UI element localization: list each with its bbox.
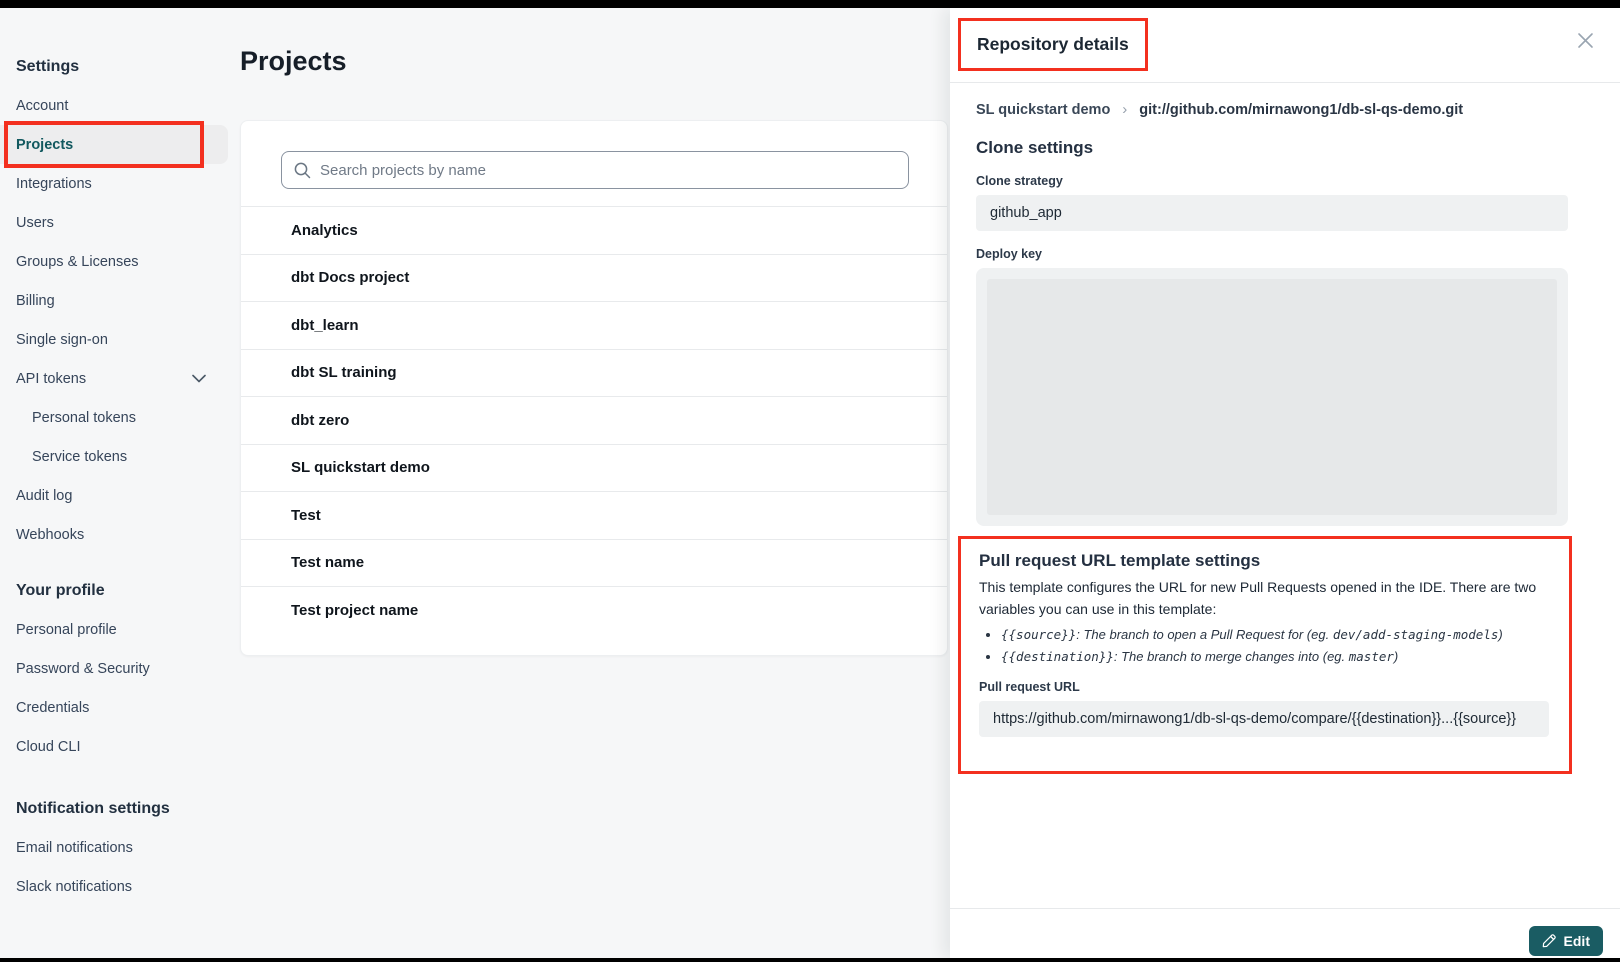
projects-card: Analytics dbt Docs project dbt_learn dbt… [240, 120, 948, 656]
breadcrumb: SL quickstart demo git://github.com/mirn… [976, 101, 1568, 118]
clone-settings-heading: Clone settings [976, 138, 1568, 158]
sidebar-item-account[interactable]: Account [0, 86, 228, 125]
edit-button[interactable]: Edit [1529, 926, 1603, 956]
project-row[interactable]: Test [241, 491, 947, 539]
sidebar-item-webhooks[interactable]: Webhooks [0, 515, 228, 554]
project-row[interactable]: Analytics [241, 206, 947, 254]
sidebar-section-notification-settings: Notification settings [0, 800, 228, 818]
pr-template-variables: {{source}}: The branch to open a Pull Re… [979, 626, 1549, 665]
chevron-right-icon [1122, 101, 1127, 118]
project-row[interactable]: dbt SL training [241, 349, 947, 397]
sidebar-item-personal-tokens[interactable]: Personal tokens [0, 398, 228, 437]
sidebar-section-your-profile: Your profile [0, 582, 228, 600]
bottom-black-bar [0, 958, 1620, 962]
breadcrumb-project[interactable]: SL quickstart demo [976, 102, 1110, 118]
sidebar-item-service-tokens[interactable]: Service tokens [0, 437, 228, 476]
breadcrumb-repo-url: git://github.com/mirnawong1/db-sl-qs-dem… [1139, 102, 1463, 118]
page-title: Projects [240, 46, 347, 77]
project-row[interactable]: Test name [241, 539, 947, 587]
sidebar-item-users[interactable]: Users [0, 203, 228, 242]
chevron-down-icon [192, 374, 206, 383]
top-black-bar [0, 0, 1620, 8]
panel-title: Repository details [977, 34, 1129, 55]
project-row[interactable]: dbt zero [241, 396, 947, 444]
deploy-key-redacted-value [987, 279, 1557, 515]
pr-url-label: Pull request URL [979, 680, 1549, 694]
sidebar-item-audit-log[interactable]: Audit log [0, 476, 228, 515]
panel-body: SL quickstart demo git://github.com/mirn… [950, 83, 1620, 908]
project-row[interactable]: SL quickstart demo [241, 444, 947, 492]
sidebar-item-personal-profile[interactable]: Personal profile [0, 610, 228, 649]
pr-template-description: This template configures the URL for new… [979, 577, 1549, 620]
sidebar-item-password-security[interactable]: Password & Security [0, 649, 228, 688]
sidebar-item-credentials[interactable]: Credentials [0, 688, 228, 727]
sidebar-item-cloud-cli[interactable]: Cloud CLI [0, 727, 228, 766]
project-list: Analytics dbt Docs project dbt_learn dbt… [241, 206, 947, 634]
search-icon [294, 162, 311, 179]
pr-template-heading: Pull request URL template settings [979, 551, 1549, 571]
deploy-key-label: Deploy key [976, 247, 1568, 261]
sidebar-item-projects[interactable]: Projects [0, 125, 228, 164]
clone-strategy-value: github_app [976, 195, 1568, 231]
project-row[interactable]: Test project name [241, 586, 947, 634]
sidebar-item-integrations[interactable]: Integrations [0, 164, 228, 203]
pr-variable-source: {{source}}: The branch to open a Pull Re… [1001, 626, 1549, 644]
annotation-red-box-pr-section: Pull request URL template settings This … [958, 536, 1572, 774]
sidebar-item-api-tokens[interactable]: API tokens [0, 359, 228, 398]
sidebar-item-slack-notifications[interactable]: Slack notifications [0, 867, 228, 906]
project-row[interactable]: dbt Docs project [241, 254, 947, 302]
sidebar-item-single-sign-on[interactable]: Single sign-on [0, 320, 228, 359]
sidebar-item-groups-licenses[interactable]: Groups & Licenses [0, 242, 228, 281]
repository-details-panel: Repository details SL quickstart demo gi… [950, 8, 1620, 958]
sidebar-item-email-notifications[interactable]: Email notifications [0, 828, 228, 867]
clone-strategy-label: Clone strategy [976, 174, 1568, 188]
pr-url-value: https://github.com/mirnawong1/db-sl-qs-d… [979, 701, 1549, 737]
deploy-key-box [976, 268, 1568, 526]
pencil-icon [1542, 934, 1556, 948]
panel-footer: Edit [950, 908, 1620, 958]
project-row[interactable]: dbt_learn [241, 301, 947, 349]
sidebar-section-settings: Settings [0, 58, 228, 76]
pr-variable-destination: {{destination}}: The branch to merge cha… [1001, 648, 1549, 666]
project-search-box[interactable] [281, 151, 909, 189]
panel-header: Repository details [950, 8, 1620, 83]
settings-sidebar: Settings Account Projects Integrations U… [0, 58, 228, 906]
close-icon[interactable] [1577, 32, 1594, 49]
annotation-red-box-title: Repository details [958, 18, 1148, 71]
search-input[interactable] [320, 162, 896, 179]
sidebar-item-billing[interactable]: Billing [0, 281, 228, 320]
